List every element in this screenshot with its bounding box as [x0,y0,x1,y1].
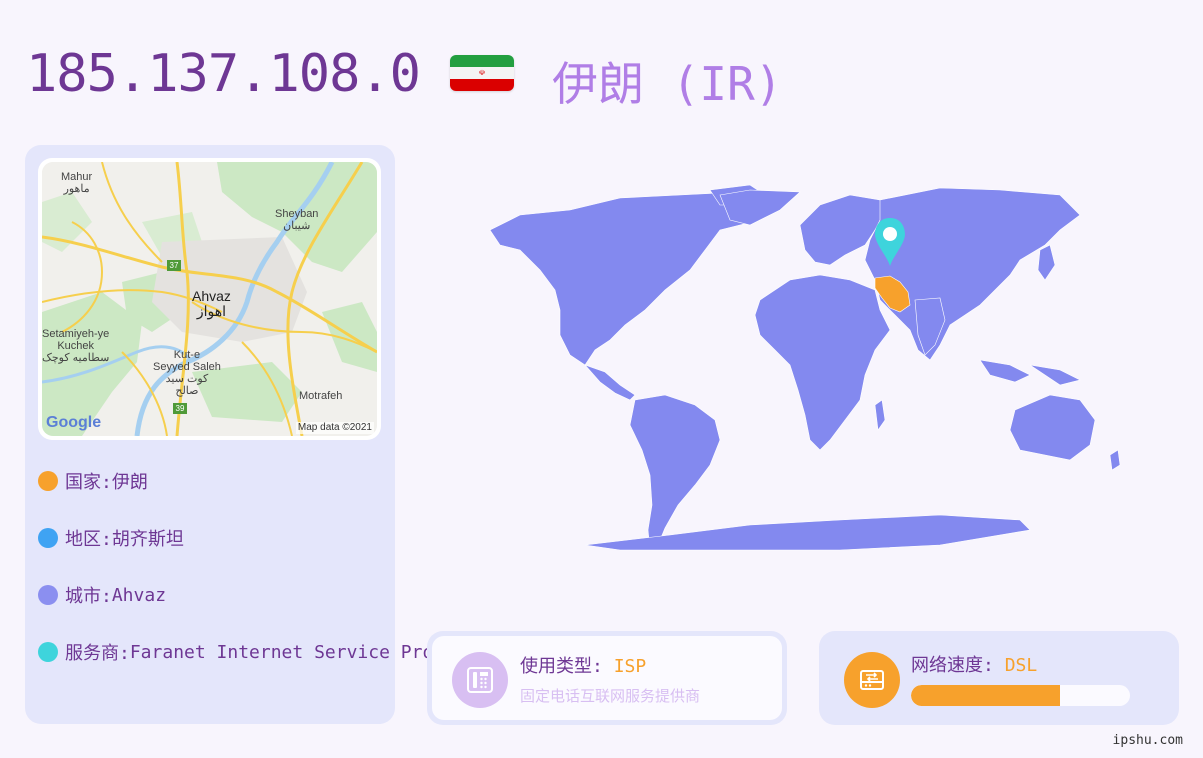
info-country: 国家: 伊朗 [38,469,148,493]
location-panel: Mahur ماهور Sheyban شيبان Ahvaz اهواز Setam… [25,145,487,724]
usage-type-title: 使用类型: ISP [520,652,646,678]
map-attribution[interactable]: Map data ©2021 [295,422,374,434]
info-region-label: 地区: [65,529,112,550]
country-dot-icon [38,471,58,491]
map-label-setamiyeh: Setamiyeh-ye Kuchek سطامیه کوچک [42,328,110,364]
speed-progress-fill [911,685,1060,706]
info-country-value: 伊朗 [111,472,148,493]
info-region-value: 胡齐斯坦 [111,529,184,550]
isp-dot-icon [38,642,58,662]
info-city: 城市: Ahvaz [38,583,166,607]
usage-type-card: 使用类型: ISP 固定电话互联网服务提供商 [427,631,787,725]
city-map[interactable]: Mahur ماهور Sheyban شيبان Ahvaz اهواز Setam… [38,158,381,440]
country-name: 伊朗 (IR) [552,57,783,111]
city-dot-icon [38,585,58,605]
info-city-value: Ahvaz [111,584,167,606]
map-label-kute: Kut-e Seyyed Saleh کوت سید صالح [153,349,221,397]
road-39-label: 39 [175,404,185,413]
world-map [420,150,1180,570]
ip-address: 185.137.108.0 [26,44,421,104]
network-speed-label: 网络速度: [911,655,1005,676]
map-label-ahvaz: Ahvaz اهواز [192,288,231,319]
info-isp-label: 服务商: [65,643,130,664]
info-isp: 服务商: Faranet Internet Service Provider [38,640,487,664]
map-label-mahur: Mahur ماهور [61,171,93,195]
map-label-motrafeh: Motrafeh [299,390,343,402]
info-region: 地区: 胡齐斯坦 [38,526,184,550]
usage-type-label: 使用类型: [520,656,614,677]
info-city-label: 城市: [65,586,112,607]
router-icon [844,652,900,708]
network-speed-value: DSL [1004,655,1038,676]
speed-progress-bar [911,685,1130,706]
road-37-label: 37 [169,261,179,270]
phone-icon [452,652,508,708]
iran-flag-icon: ☫ [450,55,514,91]
google-logo: Google [46,414,102,431]
usage-type-subtitle: 固定电话互联网服务提供商 [520,687,701,705]
usage-type-value: ISP [613,656,647,677]
site-watermark: ipshu.com [1112,733,1183,748]
network-speed-card: 网络速度: DSL [819,631,1179,725]
region-dot-icon [38,528,58,548]
info-country-label: 国家: [65,472,112,493]
map-label-sheyban: Sheyban شيبان [275,208,319,232]
network-speed-title: 网络速度: DSL [911,651,1037,677]
